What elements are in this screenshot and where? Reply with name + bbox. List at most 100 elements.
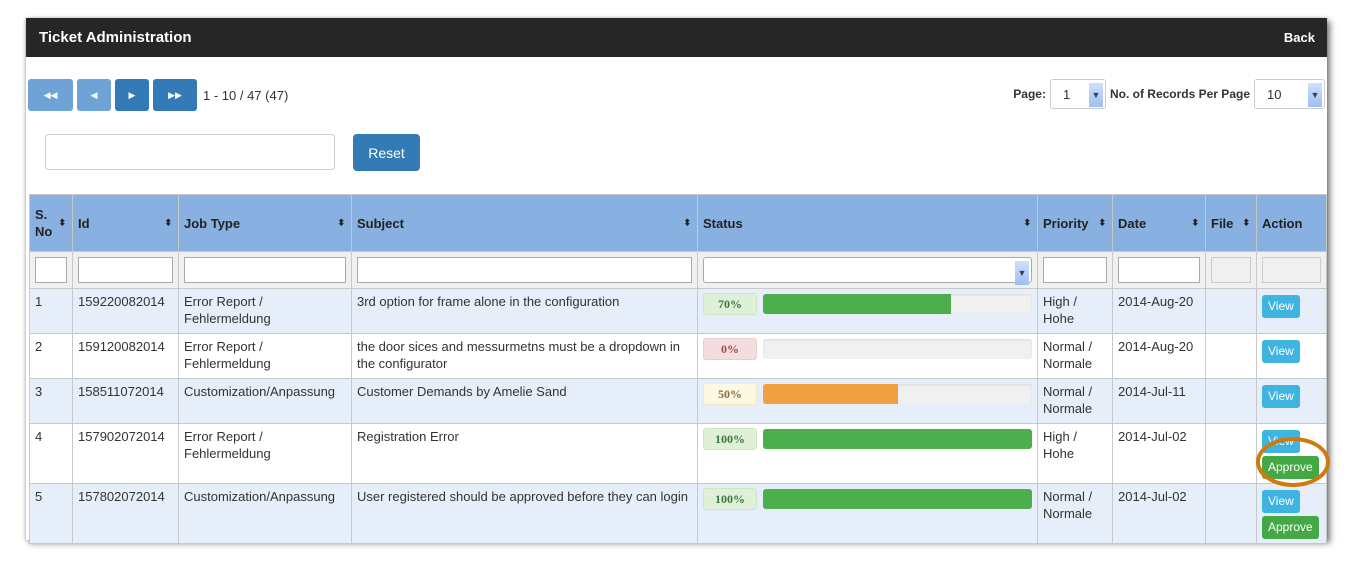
chevron-down-icon: ▼: [1015, 261, 1029, 285]
progress-badge: 70%: [703, 293, 757, 315]
progress-bar: [763, 384, 1032, 404]
cell-id: 158511072014: [72, 378, 179, 424]
records-label: No. of Records Per Page: [1109, 87, 1250, 101]
view-button[interactable]: View: [1262, 340, 1300, 363]
progress-badge: 50%: [703, 383, 757, 405]
cell-sno: 3: [29, 378, 73, 424]
cell-action: View: [1256, 288, 1327, 334]
page-label: Page:: [1013, 87, 1046, 101]
cell-job-type: Customization/Anpassung: [178, 483, 352, 544]
cell-job-type: Error Report / Fehlermeldung: [178, 333, 352, 379]
header-row: S. No ⬍ Id ⬍ Job Type ⬍ Subject ⬍ Status ⬍ Pr…: [29, 194, 1327, 252]
cell-sno: 5: [29, 483, 73, 544]
cell-job-type: Error Report / Fehlermeldung: [178, 423, 352, 484]
next-page-button[interactable]: ▶: [115, 79, 149, 111]
cell-status: 100%: [697, 423, 1038, 484]
filter-sno[interactable]: [35, 257, 67, 283]
progress-bar: [763, 429, 1032, 449]
col-job-type[interactable]: Job Type ⬍: [178, 194, 352, 252]
approve-button[interactable]: Approve: [1262, 456, 1319, 479]
view-button[interactable]: View: [1262, 490, 1300, 513]
cell-sno: 2: [29, 333, 73, 379]
cell-job-type: Error Report / Fehlermeldung: [178, 288, 352, 334]
progress-fill: [763, 384, 898, 404]
sort-icon: ⬍: [164, 217, 172, 228]
progress-bar: [763, 489, 1032, 509]
cell-date: 2014-Aug-20: [1112, 333, 1206, 379]
sort-icon: ⬍: [1098, 217, 1106, 228]
cell-subject: the door sices and messurmetns must be a…: [351, 333, 698, 379]
sort-icon: ⬍: [58, 217, 66, 228]
cell-id: 157902072014: [72, 423, 179, 484]
progress-fill: [763, 294, 952, 314]
col-file[interactable]: File ⬍: [1205, 194, 1257, 252]
page-value: 1: [1062, 86, 1071, 102]
cell-file: [1205, 288, 1257, 334]
cell-status: 100%: [697, 483, 1038, 544]
cell-date: 2014-Jul-02: [1112, 423, 1206, 484]
cell-subject: 3rd option for frame alone in the config…: [351, 288, 698, 334]
cell-sno: 4: [29, 423, 73, 484]
page-controls: Page: 1 ▼ No. of Records Per Page 10 ▼: [1013, 79, 1325, 109]
filter-date[interactable]: [1118, 257, 1200, 283]
sort-icon: ⬍: [1023, 217, 1031, 228]
reset-button[interactable]: Reset: [353, 134, 420, 171]
cell-job-type: Customization/Anpassung: [178, 378, 352, 424]
cell-action: View Approve: [1256, 423, 1327, 484]
filter-id[interactable]: [78, 257, 173, 283]
cell-file: [1205, 378, 1257, 424]
cell-subject: User registered should be approved befor…: [351, 483, 698, 544]
view-button[interactable]: View: [1262, 430, 1300, 453]
col-status[interactable]: Status ⬍: [697, 194, 1038, 252]
progress-bar: [763, 339, 1032, 359]
pager: ◀◀ ◀ ▶ ▶▶ 1 - 10 / 47 (47): [28, 79, 288, 111]
view-button[interactable]: View: [1262, 295, 1300, 318]
cell-action: View: [1256, 333, 1327, 379]
cell-priority: High / Hohe: [1037, 288, 1113, 334]
chevron-down-icon: ▼: [1088, 83, 1103, 107]
cell-id: 159220082014: [72, 288, 179, 334]
last-page-button[interactable]: ▶▶: [153, 79, 197, 111]
back-link[interactable]: Back: [1284, 30, 1315, 45]
col-id[interactable]: Id ⬍: [72, 194, 179, 252]
sort-icon: ⬍: [1242, 217, 1250, 228]
filter-job-type[interactable]: [184, 257, 346, 283]
first-page-button[interactable]: ◀◀: [28, 79, 73, 111]
chevron-down-icon: ▼: [1308, 83, 1322, 107]
page-title: Ticket Administration: [39, 29, 192, 46]
col-sno[interactable]: S. No ⬍: [29, 194, 73, 252]
filter-file: [1211, 257, 1251, 283]
cell-priority: Normal / Normale: [1037, 483, 1113, 544]
cell-id: 157802072014: [72, 483, 179, 544]
col-date[interactable]: Date ⬍: [1112, 194, 1206, 252]
table-row: 3 158511072014 Customization/Anpassung C…: [29, 378, 1327, 424]
ticket-admin-panel: Ticket Administration Back ◀◀ ◀ ▶ ▶▶ 1 -…: [26, 18, 1327, 544]
cell-action: View Approve: [1256, 483, 1327, 544]
filter-row: ▼: [29, 251, 1327, 289]
filter-status-select[interactable]: ▼: [703, 257, 1032, 285]
cell-subject: Customer Demands by Amelie Sand: [351, 378, 698, 424]
filter-subject[interactable]: [357, 257, 692, 283]
cell-file: [1205, 333, 1257, 379]
col-priority[interactable]: Priority ⬍: [1037, 194, 1113, 252]
cell-priority: Normal / Normale: [1037, 333, 1113, 379]
records-per-page-select[interactable]: 10 ▼: [1254, 79, 1325, 109]
records-value: 10: [1267, 86, 1282, 102]
cell-status: 50%: [697, 378, 1038, 424]
view-button[interactable]: View: [1262, 385, 1300, 408]
cell-subject: Registration Error: [351, 423, 698, 484]
col-subject[interactable]: Subject ⬍: [351, 194, 698, 252]
cell-status: 0%: [697, 333, 1038, 379]
progress-fill: [763, 429, 1032, 449]
tickets-table: S. No ⬍ Id ⬍ Job Type ⬍ Subject ⬍ Status ⬍ Pr…: [29, 194, 1327, 544]
approve-button[interactable]: Approve: [1262, 516, 1319, 539]
cell-sno: 1: [29, 288, 73, 334]
cell-date: 2014-Jul-02: [1112, 483, 1206, 544]
filter-priority[interactable]: [1043, 257, 1107, 283]
prev-page-button[interactable]: ◀: [77, 79, 111, 111]
page-select[interactable]: 1 ▼: [1049, 79, 1106, 109]
sort-icon: ⬍: [337, 217, 345, 228]
search-input[interactable]: [45, 134, 335, 170]
cell-file: [1205, 423, 1257, 484]
cell-file: [1205, 483, 1257, 544]
